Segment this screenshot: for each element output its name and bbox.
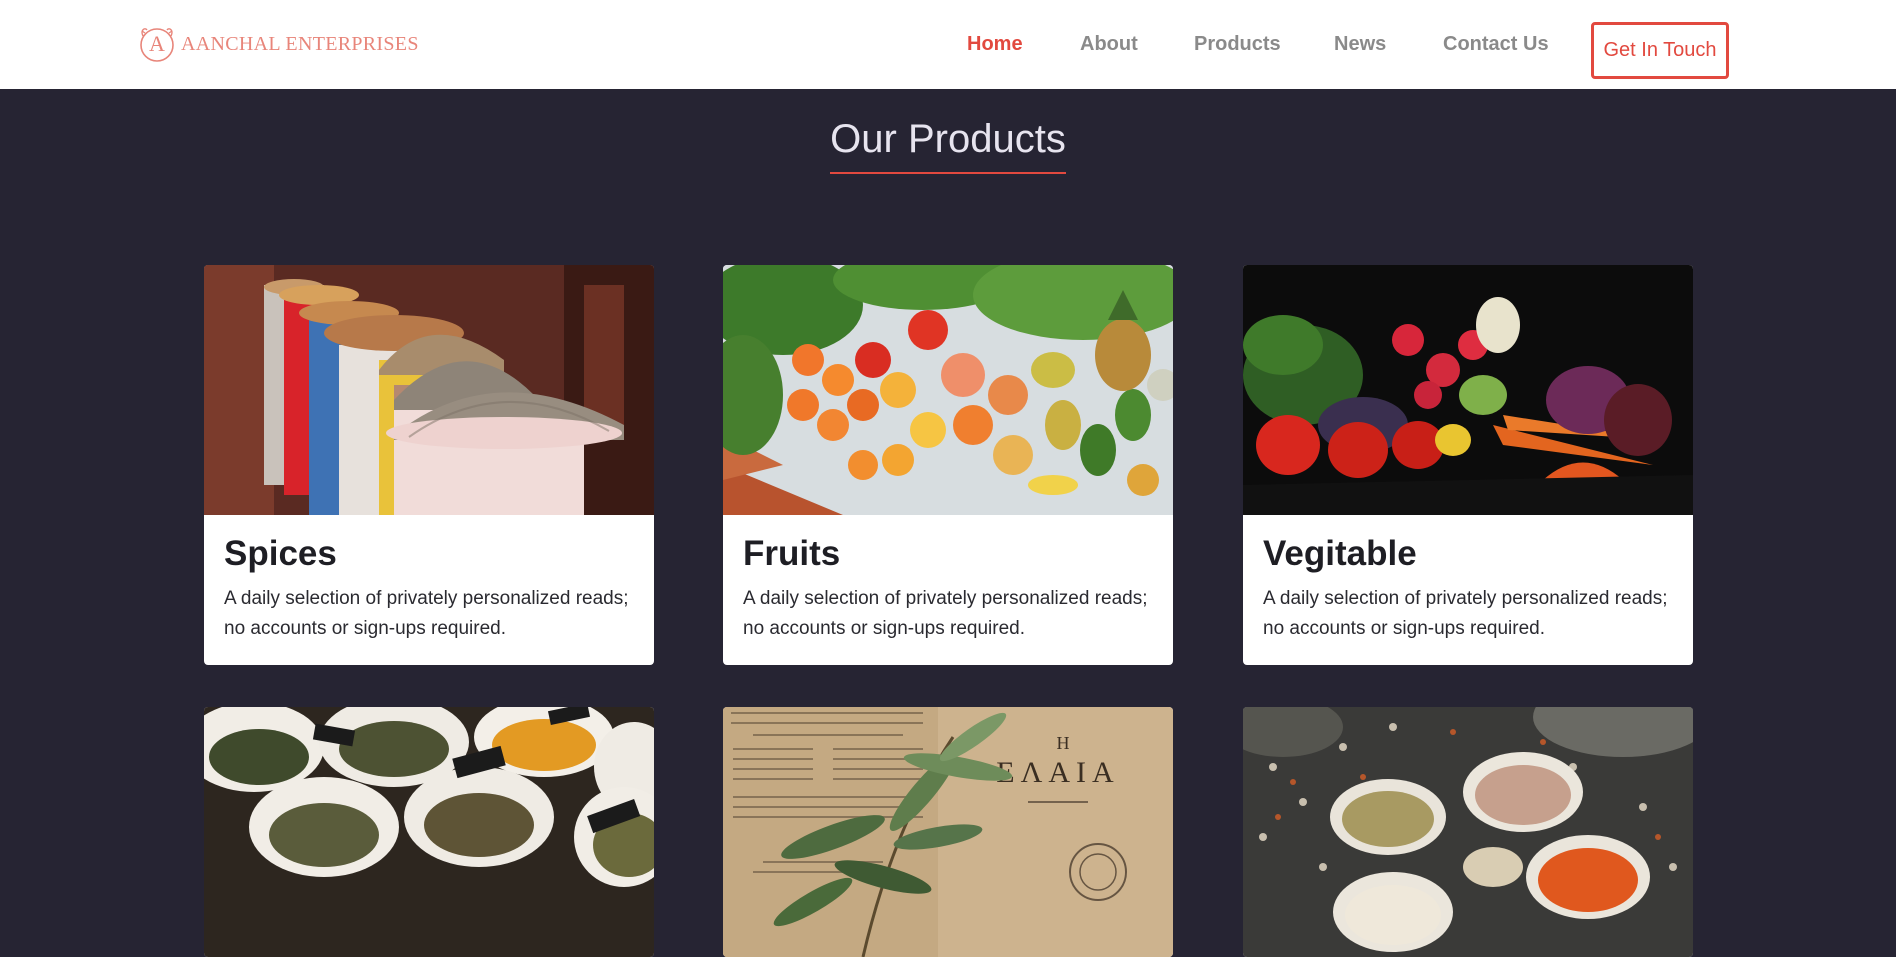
card-body: Vegitable A daily selection of privately… bbox=[1243, 515, 1693, 665]
olive-branch-old-paper-image: Η ΕΛΑΙΑ bbox=[723, 707, 1173, 957]
get-in-touch-button[interactable]: Get In Touch bbox=[1591, 22, 1729, 79]
card-description: A daily selection of privately personali… bbox=[743, 587, 1148, 639]
card-description: A daily selection of privately personali… bbox=[1263, 587, 1668, 639]
vegetables-dark-image bbox=[1243, 265, 1693, 515]
nav-products[interactable]: Products bbox=[1194, 33, 1281, 56]
spice-sacks-image bbox=[204, 265, 654, 515]
labeled-spice-bags-image bbox=[204, 707, 654, 957]
product-card-spices[interactable]: Spices A daily selection of privately pe… bbox=[204, 265, 654, 665]
card-title: Fruits bbox=[743, 534, 841, 573]
product-card-olive[interactable]: Η ΕΛΑΙΑ bbox=[723, 707, 1173, 957]
site-header: A AANCHAL ENTERPRISES Home About Product… bbox=[0, 0, 1896, 89]
greek-word-text: ΕΛΑΙΑ bbox=[996, 756, 1119, 789]
product-card-beans[interactable] bbox=[1243, 707, 1693, 957]
section-title: Our Products bbox=[830, 117, 1066, 174]
product-card-fruits[interactable]: Fruits A daily selection of privately pe… bbox=[723, 265, 1173, 665]
nav-home[interactable]: Home bbox=[967, 33, 1023, 56]
product-card-vegitable[interactable]: Vegitable A daily selection of privately… bbox=[1243, 265, 1693, 665]
nav-news[interactable]: News bbox=[1334, 33, 1386, 56]
beans-lentils-bowls-image bbox=[1243, 707, 1693, 957]
greek-letter-text: Η bbox=[1057, 733, 1070, 753]
fruits-vegetables-image bbox=[723, 265, 1173, 515]
nav-contact-us[interactable]: Contact Us bbox=[1443, 33, 1549, 56]
nav-about[interactable]: About bbox=[1080, 33, 1138, 56]
card-title: Vegitable bbox=[1263, 534, 1417, 573]
product-card-spice-bags[interactable] bbox=[204, 707, 654, 957]
card-body: Spices A daily selection of privately pe… bbox=[204, 515, 654, 665]
card-body: Fruits A daily selection of privately pe… bbox=[723, 515, 1173, 665]
section-heading: Our Products bbox=[0, 117, 1896, 174]
card-title: Spices bbox=[224, 534, 337, 573]
card-description: A daily selection of privately personali… bbox=[224, 587, 629, 639]
